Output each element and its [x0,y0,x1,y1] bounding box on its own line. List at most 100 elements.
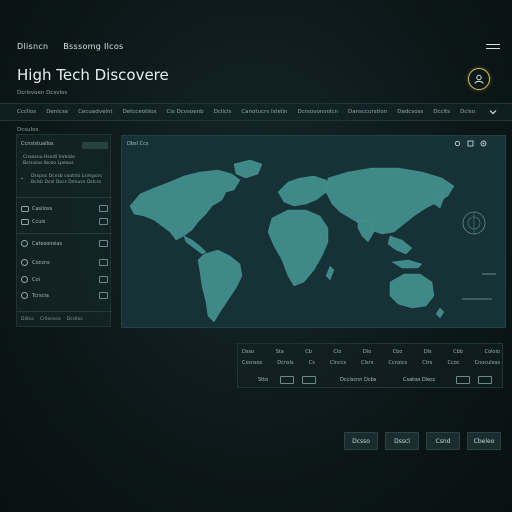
indonesia [391,259,423,269]
nav-item[interactable]: Dansccurstlon [348,109,387,115]
radio[interactable] [21,276,28,283]
nav-item[interactable]: Cecuadvelnt [78,109,112,115]
nav-item[interactable]: Dadcsoss [397,109,423,115]
strip-label[interactable]: Dcclscnn Dcbs [340,377,376,383]
globe-icon[interactable] [461,210,487,236]
strip-label: Stto [258,377,269,383]
world-map-panel[interactable]: Dbsl Ccs [121,135,506,328]
chevron-down-icon[interactable] [489,108,497,116]
option-toggle[interactable] [99,259,108,266]
strip-cell: Ccnsics [388,360,408,366]
option-toggle[interactable] [99,205,108,212]
strip-select[interactable] [280,376,294,384]
radio[interactable] [21,292,28,299]
hamburger-menu-icon[interactable] [486,44,500,52]
europe [277,175,333,207]
greenland [233,159,263,179]
top-bar: Dlisncn Bsssomg Ilcos [0,0,512,58]
caret-icon[interactable]: ⌄ [20,175,24,181]
section-label: Dcsulos [17,127,39,133]
strip-cell: Clo [333,349,342,355]
north-america [129,169,241,241]
target-icon[interactable] [480,140,487,147]
option-label: Coi [32,277,40,283]
option-label: Tcrscia [32,293,49,299]
divider [17,197,112,198]
page-title: High Tech Discovere [17,66,169,84]
sidebar-meta-row: Bcsnsios Ibceo Lpeous [23,161,74,166]
divider [17,233,112,234]
nav-item[interactable]: Denlcse [46,109,68,115]
sidebar-desc: Bclsb Dcel Docs Ddnusn Dslcss [31,180,102,185]
sidebar-panel: Ccnsistuallos Cnaosnu Hsortl Inmisio Bcs… [16,134,112,327]
strip-cell: Dls [423,349,432,355]
option-toggle[interactable] [99,240,108,247]
strip-label[interactable]: Csatoa Dlesc [403,377,436,383]
strip-select[interactable] [478,376,492,384]
action-button-4[interactable]: Cbeleo [467,432,501,450]
option-row[interactable]: Catesonsias [21,240,108,250]
footer-link[interactable]: Crllonsco [40,317,61,322]
australia [389,273,435,309]
nav-item[interactable]: Cis Dcvsoenb [167,109,204,115]
new-zealand [435,307,445,319]
strip-cell: Cb [305,349,312,355]
page-subtitle: Dcrlsvoen Dcsvlos [17,90,68,96]
southeast-asia [387,235,413,255]
strip-row: Dsso Sta Cb Clo Dlo Cbo Dls Cbb Coloio [242,349,500,355]
user-avatar-button[interactable] [468,68,490,90]
strip-select[interactable] [302,376,316,384]
map-toolbar [454,140,487,147]
nav-items: Cccllos Denlcse Cecuadvelnt Detcceotlios Cis… [17,109,475,115]
divider [17,311,112,312]
footer-link[interactable]: Dccllos [67,317,83,322]
world-map[interactable] [122,136,507,329]
strip-cell: Coloio [484,349,500,355]
footer-link[interactable]: Diltco [21,317,34,322]
option-row[interactable]: Coi [21,276,108,286]
sidebar-footer: Diltco Crllonsco Dccllos [21,317,83,322]
nav-item[interactable]: Dclso [460,109,475,115]
option-row[interactable]: Casiloss [21,205,108,215]
option-row[interactable]: Ccuis [21,218,108,228]
strip-row: Cssnsos Dcnsls Cs Clnccs Clsrs Ccnsics Ctrs Cco… [242,360,500,366]
option-toggle[interactable] [99,218,108,225]
brand: Dlisncn Bsssomg Ilcos [17,42,124,51]
strip-cell: Dcnsls [277,360,294,366]
radio[interactable] [21,240,28,247]
sidebar-desc: Dsspoc Dcnsb cootdsi Lsimpors [31,174,103,179]
nav-item[interactable]: Dclicls [214,109,232,115]
option-toggle[interactable] [99,292,108,299]
sidebar-search-input[interactable] [82,142,108,149]
nav-item[interactable]: Detcceotlios [123,109,157,115]
action-button-3[interactable]: Csnd [426,432,460,450]
strip-cell: Cssnsos [242,360,263,366]
option-label: Cocsns [32,260,50,266]
sidebar-heading: Ccnsistuallos [21,141,54,147]
checkbox[interactable] [21,206,29,212]
strip-cell: Clsrs [361,360,374,366]
action-button-2[interactable]: Dsscl [385,432,419,450]
nav-bar: Cccllos Denlcse Cecuadvelnt Detcceotlios Cis… [0,103,512,121]
sidebar-meta-row: Cnaosnu Hsortl Inmisio [23,155,75,160]
strip-cell: Dsso [242,349,255,355]
brand-secondary[interactable]: Bsssomg Ilcos [63,42,123,51]
option-toggle[interactable] [99,276,108,283]
strip-cell: Cbb [453,349,463,355]
nav-item[interactable]: Dcclts [433,109,450,115]
action-button-1[interactable]: Dcsso [344,432,378,450]
central-america [183,235,207,255]
data-strip: Dsso Sta Cb Clo Dlo Cbo Dls Cbb Coloio Cssnsos Dc… [237,343,503,388]
checkbox[interactable] [21,219,29,225]
option-row[interactable]: Tcrscia [21,292,108,302]
radio[interactable] [21,259,28,266]
brand-primary[interactable]: Dlisncn [17,42,48,51]
option-row[interactable]: Cocsns [21,259,108,269]
layers-icon[interactable] [467,140,474,147]
nav-item[interactable]: Cccllos [17,109,36,115]
nav-item[interactable]: Canotucrs Istelin [241,109,287,115]
strip-select[interactable] [456,376,470,384]
strip-cell: Sta [275,349,284,355]
settings-icon[interactable] [454,140,461,147]
nav-item[interactable]: Dcrsovonvolcn [298,109,339,115]
